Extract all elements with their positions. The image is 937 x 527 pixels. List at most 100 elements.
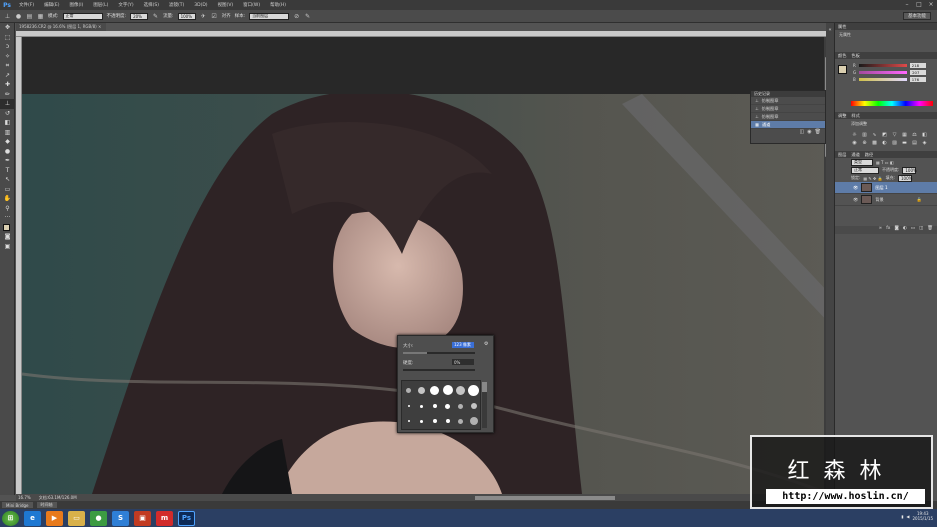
posterize-icon[interactable]: ▨ bbox=[891, 140, 898, 146]
adjust-layer-icon[interactable]: ◐ bbox=[903, 226, 907, 234]
tab-styles[interactable]: 样式 bbox=[851, 113, 859, 119]
maximize-button[interactable]: □ bbox=[913, 0, 925, 9]
brush-tip[interactable] bbox=[430, 385, 439, 395]
pressure-opacity-icon[interactable]: ✎ bbox=[152, 13, 159, 20]
clock[interactable]: 19:43 2015/1/15 bbox=[912, 511, 933, 521]
eraser-tool-icon[interactable]: ◧ bbox=[0, 118, 15, 128]
dodge-tool-icon[interactable]: ● bbox=[0, 147, 15, 157]
brush-tip[interactable] bbox=[407, 405, 410, 408]
brush-tip[interactable] bbox=[456, 385, 465, 395]
bw-icon[interactable]: ◧ bbox=[921, 132, 928, 138]
size-field[interactable]: 123 像素 bbox=[452, 342, 474, 348]
threshold-icon[interactable]: ▬ bbox=[901, 140, 908, 146]
history-item[interactable]: ⊥ 仿制图章 bbox=[751, 113, 825, 121]
photoshop-taskbar-icon[interactable]: Ps bbox=[178, 510, 195, 526]
brush-tip[interactable] bbox=[445, 403, 450, 409]
channel-value[interactable]: 176 bbox=[909, 77, 926, 82]
eyedropper-tool-icon[interactable]: ↗ bbox=[0, 71, 15, 81]
color-swatches[interactable] bbox=[0, 223, 15, 233]
mode-select[interactable]: 正常 bbox=[62, 12, 103, 20]
channel-value[interactable]: 207 bbox=[910, 70, 927, 75]
ie-icon[interactable]: e bbox=[24, 510, 41, 526]
menu-select[interactable]: 选择(S) bbox=[139, 2, 164, 8]
zoom-tool-icon[interactable]: ⚲ bbox=[0, 204, 15, 214]
history-item-selected[interactable]: ▦ 通道 bbox=[751, 121, 825, 129]
color-slider-g[interactable]: G 207 bbox=[835, 69, 937, 76]
path-select-tool-icon[interactable]: ↖ bbox=[0, 175, 15, 185]
color-slider-b[interactable]: B 176 bbox=[835, 76, 937, 83]
close-button[interactable]: × bbox=[925, 0, 937, 9]
brush-tip[interactable] bbox=[432, 404, 437, 409]
trash-icon[interactable]: 🗑 bbox=[815, 129, 821, 136]
quick-mask-icon[interactable]: ◙ bbox=[0, 232, 15, 242]
zoom-level[interactable]: 16.7% bbox=[18, 495, 31, 500]
gradient-map-icon[interactable]: ▤ bbox=[911, 140, 918, 146]
tab-mini-bridge[interactable]: Mini Bridge bbox=[2, 502, 33, 508]
network-icon[interactable]: ▮ bbox=[901, 514, 903, 519]
color-spectrum[interactable] bbox=[851, 101, 933, 106]
horizontal-scroll-thumb[interactable] bbox=[475, 496, 615, 500]
brush-tip[interactable] bbox=[432, 419, 437, 424]
screen-mode-icon[interactable]: ▣ bbox=[0, 242, 15, 252]
tab-timeline[interactable]: 时间轴 bbox=[36, 502, 57, 508]
brush-tip[interactable] bbox=[420, 404, 423, 408]
brush-panel-icon[interactable]: ▤ bbox=[26, 13, 33, 20]
lock-icons[interactable]: ▦ ✎ ✥ 🔒 bbox=[863, 176, 882, 181]
eye-icon[interactable]: 👁 bbox=[853, 197, 858, 203]
brush-tip-grid[interactable] bbox=[401, 380, 481, 430]
photoshop-logo[interactable]: Ps bbox=[0, 0, 14, 10]
mixer-icon[interactable]: ⊕ bbox=[861, 140, 868, 146]
brush-preset-icon[interactable]: ● bbox=[15, 13, 22, 20]
brush-tip[interactable] bbox=[442, 385, 453, 396]
layer-row-selected[interactable]: 👁 图层 1 bbox=[835, 182, 937, 194]
tab-color[interactable]: 颜色 bbox=[838, 53, 846, 59]
balance-icon[interactable]: ⚖ bbox=[911, 132, 918, 138]
sogou-icon[interactable]: S bbox=[112, 510, 129, 526]
tab-swatches[interactable]: 色板 bbox=[851, 53, 859, 59]
menu-filter[interactable]: 滤镜(T) bbox=[164, 2, 189, 8]
shape-tool-icon[interactable]: ▭ bbox=[0, 185, 15, 195]
airbrush-icon[interactable]: ✈ bbox=[200, 13, 207, 20]
brush-tip[interactable] bbox=[420, 419, 423, 423]
link-icon[interactable]: ∞ bbox=[878, 226, 882, 234]
document-tab[interactable]: 1958236.CR2 @ 16.6% (图层 1, RGB/8) × bbox=[16, 23, 106, 31]
clone-stamp-tool-icon[interactable]: ⊥ bbox=[0, 99, 15, 109]
menu-edit[interactable]: 编辑(E) bbox=[39, 2, 64, 8]
history-title[interactable]: 历史记录 bbox=[754, 91, 770, 97]
selective-color-icon[interactable]: ◈ bbox=[921, 140, 928, 146]
blur-tool-icon[interactable]: ◆ bbox=[0, 137, 15, 147]
office-icon[interactable]: ▣ bbox=[134, 510, 151, 526]
marquee-tool-icon[interactable]: ⬚ bbox=[0, 33, 15, 43]
type-tool-icon[interactable]: T bbox=[0, 166, 15, 176]
pen-tool-icon[interactable]: ✒ bbox=[0, 156, 15, 166]
menu-image[interactable]: 图像(I) bbox=[64, 2, 88, 8]
lasso-tool-icon[interactable]: ↄ bbox=[0, 42, 15, 52]
brush-tool-icon[interactable]: ✏ bbox=[0, 90, 15, 100]
brush-tip[interactable] bbox=[418, 386, 425, 394]
tab-layers[interactable]: 图层 bbox=[838, 152, 846, 158]
menu-window[interactable]: 窗口(W) bbox=[238, 2, 265, 8]
hue-icon[interactable]: ▦ bbox=[901, 132, 908, 138]
clone-stamp-icon[interactable]: ⊥ bbox=[4, 13, 11, 20]
history-item[interactable]: ⊥ 仿制图章 bbox=[751, 105, 825, 113]
brush-grid-scrollbar[interactable] bbox=[482, 382, 487, 428]
workspace-button[interactable]: 基本功能 bbox=[903, 12, 931, 20]
chrome-icon[interactable]: ● bbox=[90, 510, 107, 526]
menu-layer[interactable]: 图层(L) bbox=[88, 2, 113, 8]
move-tool-icon[interactable]: ✥ bbox=[0, 23, 15, 33]
gradient-tool-icon[interactable]: ▥ bbox=[0, 128, 15, 138]
menu-3d[interactable]: 3D(D) bbox=[189, 3, 212, 8]
vibrance-icon[interactable]: ▽ bbox=[891, 132, 898, 138]
pressure-size-icon[interactable]: ✎ bbox=[304, 13, 311, 20]
brush-tip[interactable] bbox=[458, 403, 463, 409]
history-brush-tool-icon[interactable]: ↺ bbox=[0, 109, 15, 119]
hand-tool-icon[interactable]: ✋ bbox=[0, 194, 15, 204]
opacity-field[interactable]: 20% bbox=[130, 12, 149, 20]
levels-icon[interactable]: ▥ bbox=[861, 132, 868, 138]
curves-icon[interactable]: ∿ bbox=[871, 132, 878, 138]
canvas-pasteboard[interactable] bbox=[22, 37, 830, 94]
folder-icon[interactable]: ▭ bbox=[68, 510, 85, 526]
maxthon-icon[interactable]: m bbox=[156, 510, 173, 526]
hardness-field[interactable]: 0% bbox=[452, 359, 474, 365]
brush-tip[interactable] bbox=[468, 384, 479, 396]
